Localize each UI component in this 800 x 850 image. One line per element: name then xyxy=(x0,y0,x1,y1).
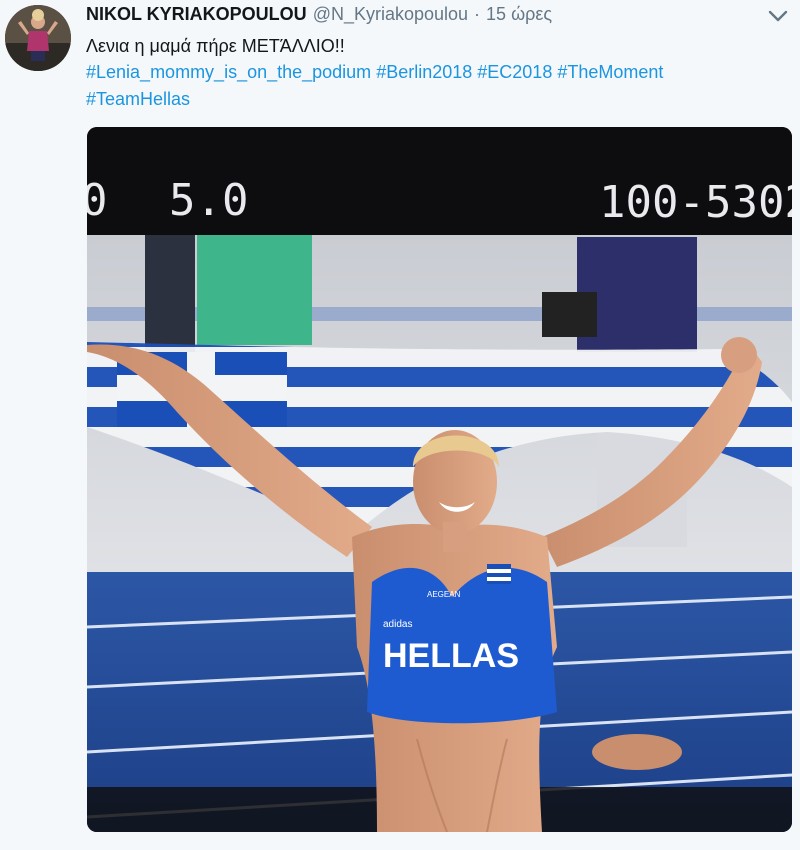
jersey-sponsor: AEGEAN xyxy=(427,590,461,599)
hashtag-link[interactable]: #TeamHellas xyxy=(86,89,190,109)
person-green-shirt xyxy=(197,235,312,345)
hashtag-link[interactable]: #Berlin2018 xyxy=(376,62,472,82)
tweet-photo[interactable]: 0 5.0 100-5302 adidas AEGEAN HELLAS xyxy=(87,127,792,832)
spectator-head xyxy=(592,734,682,770)
avatar-image xyxy=(5,5,71,71)
hashtag-link[interactable]: #Lenia_mommy_is_on_the_podium xyxy=(86,62,371,82)
tweet-header: NIKOL KYRIAKOPOULOU @N_Kyriakopoulou · 1… xyxy=(86,4,552,28)
hashtag-link[interactable]: #TheMoment xyxy=(557,62,663,82)
jersey-team-name: HELLAS xyxy=(383,637,519,675)
author-handle[interactable]: @N_Kyriakopoulou xyxy=(313,4,468,25)
hashtag-line: #Lenia_mommy_is_on_the_podium #Berlin2018… xyxy=(86,59,668,85)
jersey-brand: adidas xyxy=(383,619,412,630)
chevron-down-icon[interactable] xyxy=(766,6,790,26)
avatar[interactable] xyxy=(5,5,71,71)
scoreboard-code: 100-5302 xyxy=(599,177,792,228)
separator-dot: · xyxy=(474,4,481,24)
tweet-timestamp[interactable]: 15 ώρες xyxy=(486,4,552,25)
scoreboard-left-digit: 0 xyxy=(87,175,108,226)
hashtag-line: #TeamHellas xyxy=(86,86,195,112)
tweet-text: Λενια η μαμά πήρε ΜΕΤΆΛΛΙΟ!! xyxy=(86,36,345,56)
tweet: NIKOL KYRIAKOPOULOU @N_Kyriakopoulou · 1… xyxy=(0,0,800,850)
scoreboard-score: 5.0 xyxy=(169,175,248,226)
hashtag-link[interactable]: #EC2018 xyxy=(477,62,552,82)
author-name[interactable]: NIKOL KYRIAKOPOULOU xyxy=(86,4,307,25)
photo-canvas: 0 5.0 100-5302 adidas AEGEAN HELLAS xyxy=(87,127,792,832)
camera xyxy=(542,292,597,337)
